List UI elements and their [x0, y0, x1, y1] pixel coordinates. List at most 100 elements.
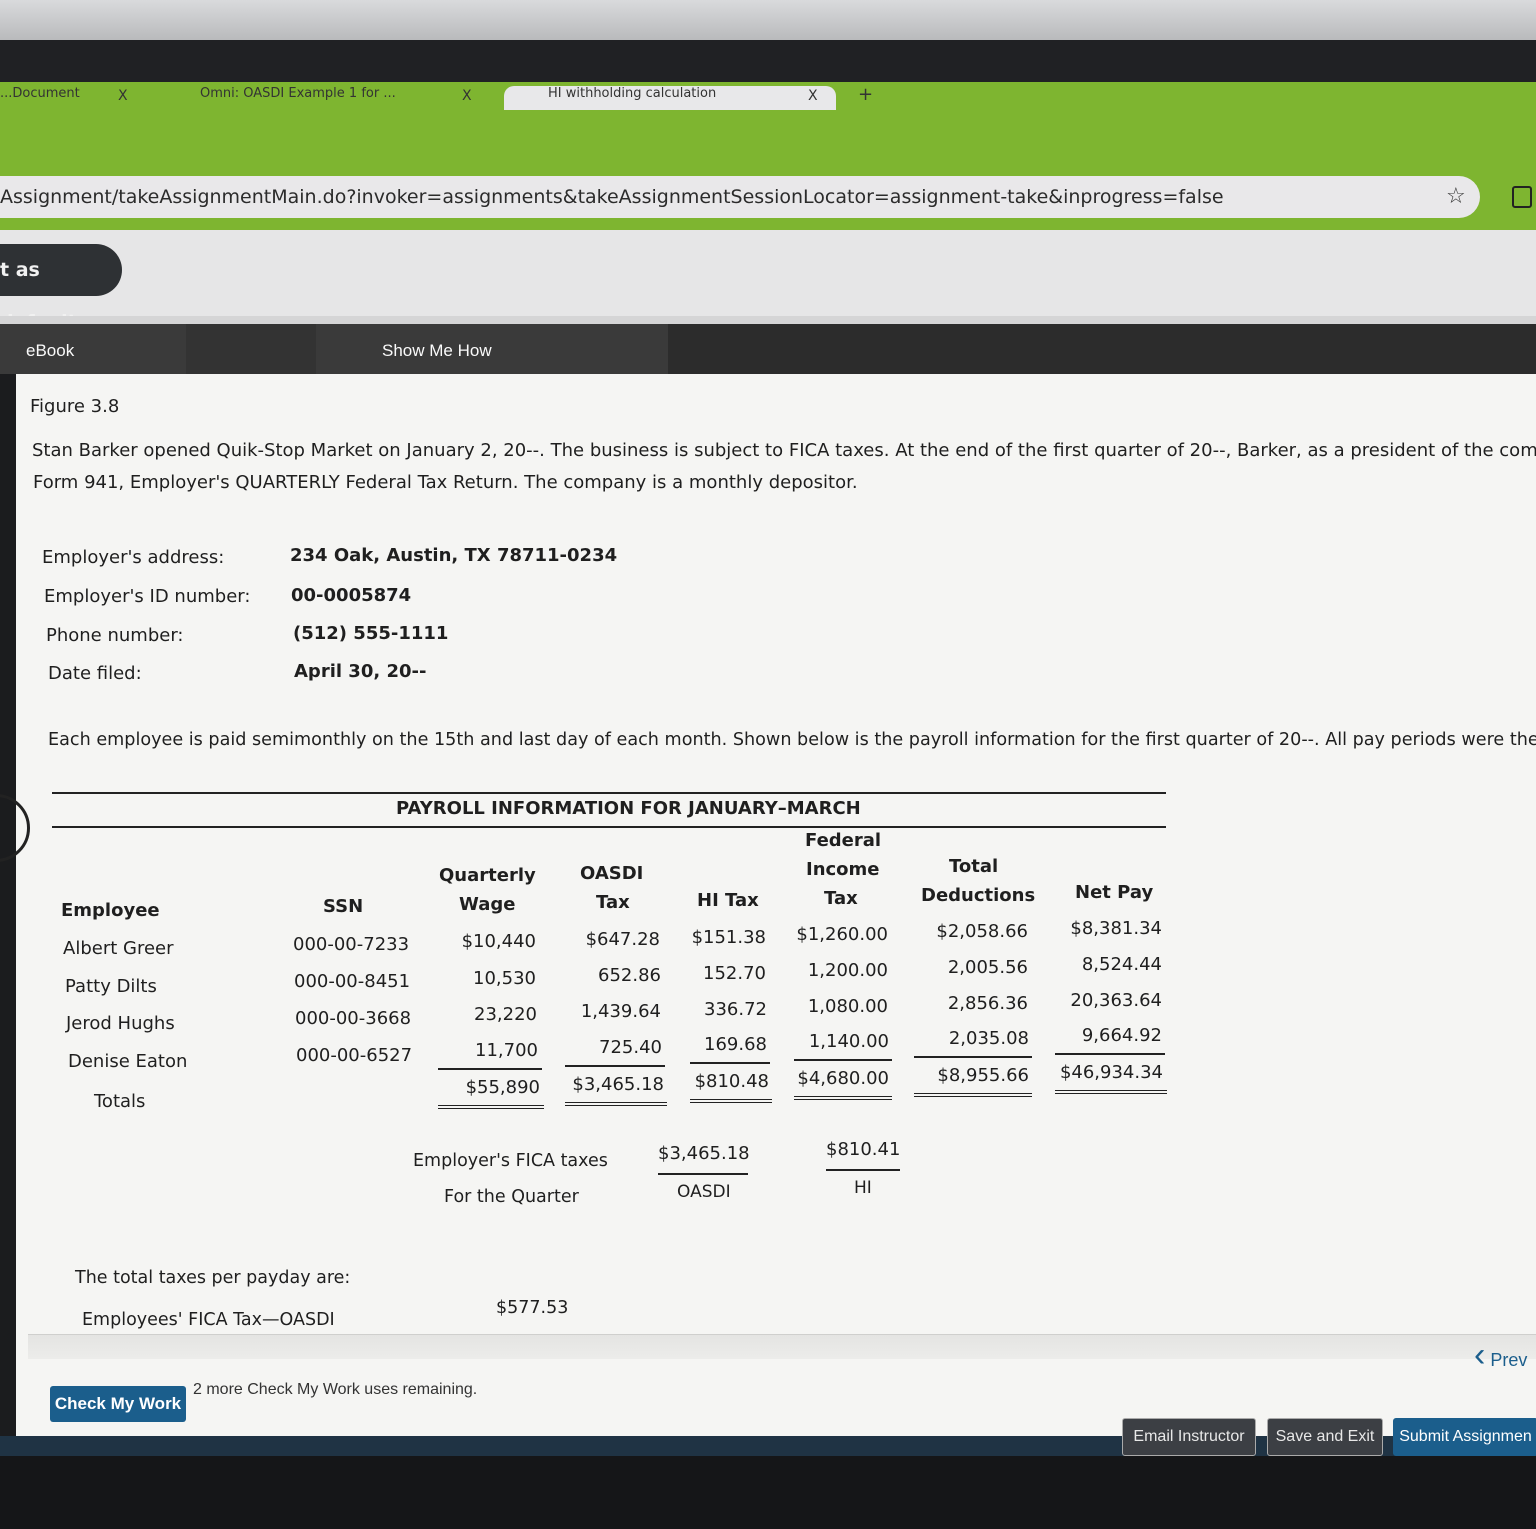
left-edge — [0, 374, 16, 1436]
deductions-value: 2,005.56 — [947, 957, 1028, 978]
save-and-exit-button[interactable]: Save and Exit — [1267, 1418, 1383, 1456]
employer-id-label: Employer's ID number: — [44, 586, 251, 607]
browser-tab-active[interactable]: HI withholding calculation — [504, 86, 836, 110]
set-as-default-button[interactable]: t as default — [0, 244, 122, 333]
deductions-value: 2,856.36 — [947, 993, 1028, 1014]
total-deductions-value: $8,955.66 — [914, 1065, 1032, 1097]
tab-ebook[interactable]: eBook — [0, 324, 186, 374]
tab-close-icon[interactable]: X — [462, 88, 472, 104]
default-browser-bar — [0, 230, 1536, 322]
divider — [0, 316, 1536, 324]
employer-address-label: Employer's address: — [42, 547, 225, 568]
total-oasdi-value: $3,465.18 — [565, 1074, 667, 1106]
submit-assignment-button[interactable]: Submit Assignmen — [1393, 1418, 1536, 1456]
col-header-wage: Wage — [459, 894, 516, 915]
deductions-value: $2,058.66 — [936, 921, 1028, 942]
address-bar[interactable]: Assignment/takeAssignmentMain.do?invoker… — [0, 176, 1480, 218]
fed-value: 1,080.00 — [807, 996, 888, 1017]
date-filed-value: April 30, 20-- — [294, 661, 427, 682]
tab-close-icon[interactable]: X — [118, 88, 128, 104]
prev-link[interactable]: ‹ Prev — [1474, 1336, 1527, 1375]
fed-value: 1,200.00 — [807, 960, 888, 981]
col-header-oasdi: Tax — [596, 892, 630, 913]
table-rule — [52, 792, 1166, 794]
total-net-pay-value: $46,934.34 — [1055, 1062, 1167, 1094]
employer-oasdi-label: OASDI — [677, 1182, 731, 1202]
employer-address-value: 234 Oak, Austin, TX 78711-0234 — [290, 545, 618, 566]
net-pay-value: $8,381.34 — [1070, 918, 1162, 939]
tab-label: ...Document — [0, 86, 80, 101]
browser-tab-strip: ...Document X Omni: OASDI Example 1 for … — [0, 82, 1536, 110]
col-header-fed: Income — [806, 859, 880, 880]
employee-ssn: 000-00-6527 — [296, 1045, 413, 1066]
figure-label: Figure 3.8 — [30, 396, 120, 417]
wage-value: 11,700 — [438, 1040, 542, 1070]
total-wage-value: $55,890 — [438, 1077, 544, 1109]
col-header-deductions: Total — [949, 856, 999, 877]
extension-icon[interactable] — [1512, 186, 1532, 208]
col-header-oasdi: OASDI — [580, 863, 644, 884]
wage-value: $10,440 — [461, 931, 536, 952]
col-header-employee: Employee — [61, 900, 160, 921]
wage-value: 10,530 — [473, 968, 536, 989]
employer-hi-value: $810.41 — [826, 1139, 900, 1171]
employer-fica-label: Employer's FICA taxes — [413, 1151, 608, 1171]
uses-remaining-text: 2 more Check My Work uses remaining. — [193, 1381, 478, 1398]
employee-name: Albert Greer — [63, 938, 174, 959]
tab-label: Omni: OASDI Example 1 for ... — [200, 86, 396, 101]
check-my-work-button[interactable]: Check My Work — [50, 1386, 186, 1422]
intro-text: Form 941, Employer's QUARTERLY Federal T… — [33, 472, 858, 493]
deductions-value: 2,035.08 — [914, 1028, 1032, 1058]
oasdi-value: 1,439.64 — [580, 1001, 661, 1022]
employee-name: Denise Eaton — [68, 1051, 188, 1072]
col-header-hi: HI Tax — [697, 890, 759, 911]
email-instructor-button[interactable]: Email Instructor — [1122, 1418, 1256, 1456]
phone-label: Phone number: — [46, 625, 184, 646]
date-filed-label: Date filed: — [48, 663, 142, 684]
url-text: Assignment/takeAssignmentMain.do?invoker… — [0, 186, 1224, 208]
employee-ssn: 000-00-7233 — [293, 934, 410, 955]
col-header-deductions: Deductions — [921, 885, 1036, 906]
prev-label: Prev — [1490, 1350, 1528, 1370]
payroll-title: PAYROLL INFORMATION FOR JANUARY–MARCH — [396, 798, 861, 819]
hi-value: 336.72 — [704, 999, 767, 1020]
monitor-bezel-bottom — [0, 1456, 1536, 1529]
employer-fica-label: For the Quarter — [444, 1187, 579, 1207]
monitor-bezel-top — [0, 40, 1536, 82]
employee-name: Patty Dilts — [65, 976, 157, 997]
browser-tab[interactable]: Omni: OASDI Example 1 for ... — [172, 86, 472, 110]
fed-value: 1,140.00 — [794, 1031, 892, 1061]
total-fed-value: $4,680.00 — [794, 1068, 892, 1100]
assignment-nav-bar: eBook Show Me How — [0, 324, 1536, 374]
wage-value: 23,220 — [474, 1004, 537, 1025]
oasdi-value: $647.28 — [585, 929, 660, 950]
fed-value: $1,260.00 — [796, 924, 888, 945]
section-divider — [28, 1334, 1536, 1359]
table-rule — [52, 826, 1166, 828]
total-hi-value: $810.48 — [690, 1071, 772, 1103]
per-payday-item-label: Employees' FICA Tax—OASDI — [82, 1310, 335, 1330]
pay-info-text: Each employee is paid semimonthly on the… — [48, 730, 1536, 750]
bookmark-star-icon[interactable]: ☆ — [1446, 184, 1466, 209]
tab-show-me-how[interactable]: Show Me How — [316, 324, 668, 374]
net-pay-value: 20,363.64 — [1070, 990, 1162, 1011]
intro-text: Stan Barker opened Quik-Stop Market on J… — [32, 440, 1536, 461]
hi-value: 152.70 — [703, 963, 766, 984]
employee-ssn: 000-00-3668 — [295, 1008, 412, 1029]
totals-label: Totals — [94, 1091, 146, 1112]
hi-value: 169.68 — [690, 1034, 770, 1064]
per-payday-title: The total taxes per payday are: — [75, 1268, 351, 1288]
col-header-wage: Quarterly — [439, 865, 536, 886]
oasdi-value: 652.86 — [598, 965, 661, 986]
per-payday-item-value: $577.53 — [496, 1298, 569, 1318]
net-pay-value: 8,524.44 — [1081, 954, 1162, 975]
employee-ssn: 000-00-8451 — [294, 971, 411, 992]
background-room — [0, 0, 1536, 40]
oasdi-value: 725.40 — [565, 1037, 665, 1067]
col-header-ssn: SSN — [323, 896, 364, 917]
new-tab-icon[interactable]: + — [858, 84, 873, 105]
chevron-left-icon: ‹ — [1474, 1336, 1486, 1374]
phone-value: (512) 555-1111 — [293, 623, 449, 644]
col-header-net: Net Pay — [1075, 882, 1154, 903]
tab-close-icon[interactable]: X — [808, 88, 818, 104]
